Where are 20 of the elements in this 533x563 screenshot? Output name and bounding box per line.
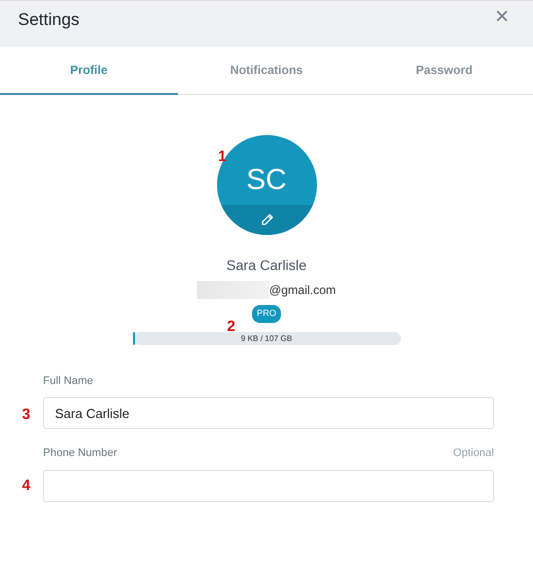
annotation-number: 2 (227, 317, 236, 337)
annotation-number: 4 (22, 476, 30, 496)
input-field[interactable] (43, 470, 494, 502)
dialog-title: Settings (18, 9, 80, 31)
close-button[interactable]: × (488, 5, 515, 29)
tab[interactable]: Profile (0, 47, 178, 95)
avatar-initials: SC (246, 163, 287, 198)
pencil-icon (260, 213, 274, 227)
input-field[interactable]: Sara Carlisle (43, 397, 494, 429)
plan-badge: PRO (252, 305, 282, 322)
user-name: Sara Carlisle (226, 256, 307, 275)
field-label: Full Name (43, 374, 94, 388)
storage-reading: 9 KB / 107 GB (240, 332, 292, 344)
annotation-number: 1 (218, 147, 226, 167)
annotation-number: 3 (22, 405, 30, 425)
field-hint: Optional (453, 446, 494, 461)
field-label: Phone Number (43, 446, 117, 461)
tab[interactable]: Notifications (178, 47, 356, 95)
user-email: @gmail.com (269, 282, 336, 299)
tab[interactable]: Password (355, 47, 533, 95)
